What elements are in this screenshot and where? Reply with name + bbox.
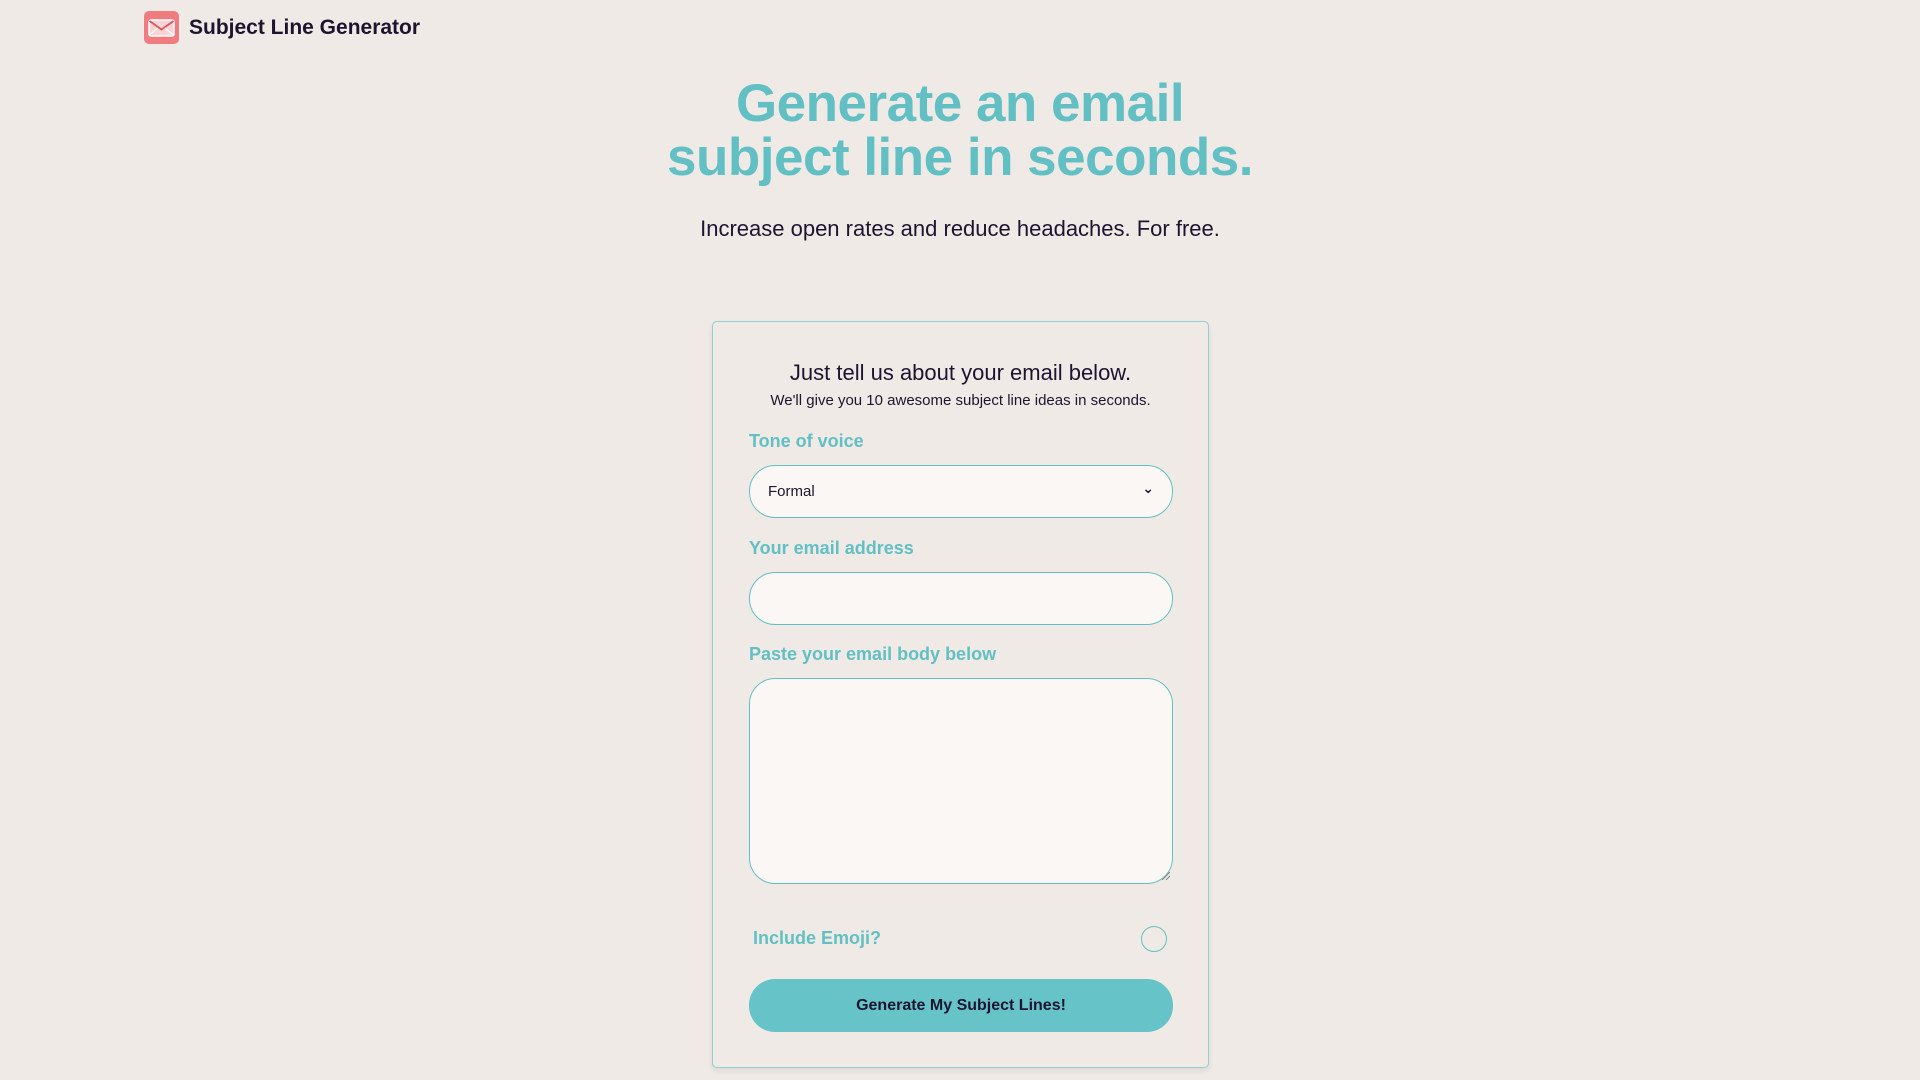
- form-subtitle: We'll give you 10 awesome subject line i…: [770, 392, 1151, 409]
- subject-line-form: Just tell us about your email below. We'…: [712, 321, 1209, 1068]
- tone-selected-value: Formal: [768, 483, 815, 500]
- resize-handle-icon[interactable]: [1162, 872, 1170, 880]
- generate-button[interactable]: Generate My Subject Lines!: [749, 979, 1173, 1032]
- emoji-label: Include Emoji?: [753, 928, 882, 948]
- body-label: Paste your email body below: [749, 644, 997, 664]
- brand-name: Subject Line Generator: [189, 15, 421, 39]
- form-title: Just tell us about your email below.: [789, 360, 1132, 385]
- chevron-down-icon: ⌄: [1142, 480, 1154, 496]
- tone-label: Tone of voice: [749, 431, 864, 451]
- hero-title: Generate an email subject line in second…: [0, 77, 1920, 185]
- tone-select[interactable]: Formal ⌄: [749, 465, 1173, 518]
- email-field[interactable]: [749, 572, 1173, 625]
- envelope-icon: [144, 11, 179, 44]
- hero-title-line-1: Generate an email: [735, 74, 1185, 133]
- hero-title-line-2: subject line in seconds.: [667, 128, 1253, 187]
- email-body-textarea[interactable]: [749, 678, 1173, 884]
- brand[interactable]: Subject Line Generator: [144, 11, 420, 44]
- emoji-checkbox[interactable]: [1141, 926, 1167, 952]
- hero-subtitle: Increase open rates and reduce headaches…: [700, 216, 1220, 241]
- email-label: Your email address: [749, 538, 914, 558]
